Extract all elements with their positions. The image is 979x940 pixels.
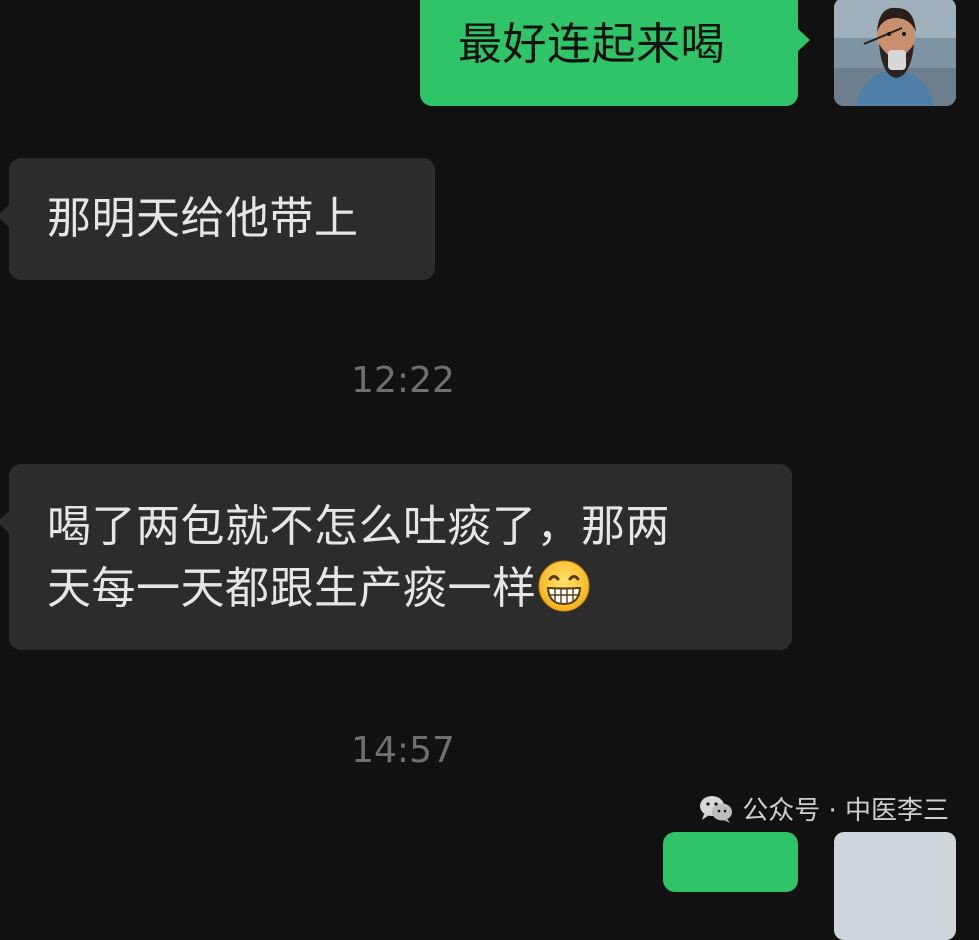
bubble-tail bbox=[0, 204, 10, 228]
watermark-text: 公众号 · 中医李三 bbox=[742, 796, 949, 826]
message-bubble-sent-partial[interactable] bbox=[663, 832, 798, 892]
avatar-photo bbox=[834, 0, 956, 106]
message-text: 天每一天都跟生产痰一样 bbox=[47, 563, 537, 614]
timestamp: 14:57 bbox=[351, 730, 455, 771]
message-bubble-sent[interactable]: 最好连起来喝 bbox=[420, 0, 810, 106]
grinning-face-emoji bbox=[537, 559, 591, 613]
message-text: 那明天给他带上 bbox=[47, 193, 359, 244]
avatar[interactable] bbox=[834, 832, 956, 940]
bubble-tail bbox=[0, 510, 10, 534]
avatar[interactable] bbox=[834, 0, 956, 106]
bubble-tail bbox=[797, 28, 810, 52]
message-bubble-received[interactable]: 喝了两包就不怎么吐痰了，那两 天每一天都跟生产痰一样 bbox=[0, 464, 792, 650]
watermark: 公众号 · 中医李三 bbox=[698, 790, 949, 827]
timestamp: 12:22 bbox=[351, 360, 455, 401]
message-text: 最好连起来喝 bbox=[458, 19, 725, 70]
message-bubble-received[interactable]: 那明天给他带上 bbox=[0, 158, 435, 280]
message-text-line: 喝了两包就不怎么吐痰了，那两 bbox=[47, 501, 670, 552]
message-text-line-with-emoji: 天每一天都跟生产痰一样 bbox=[47, 558, 792, 620]
wechat-icon bbox=[700, 795, 733, 823]
